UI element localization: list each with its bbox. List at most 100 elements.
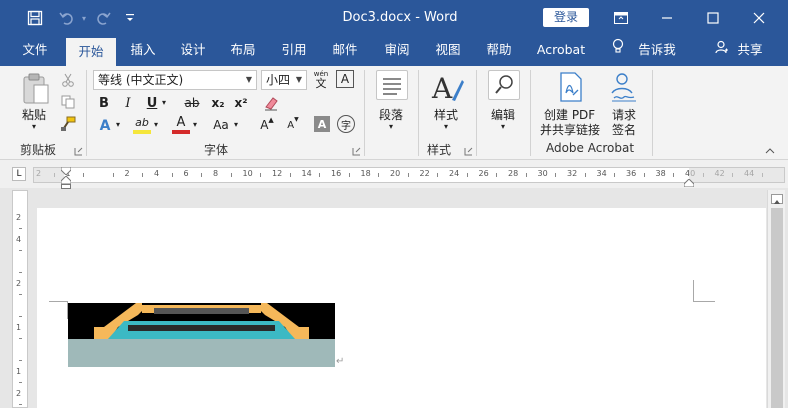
font-dialog-launcher-icon[interactable] <box>352 145 361 156</box>
tab-references[interactable]: 引用 <box>271 36 317 66</box>
ruler-label: 2 <box>16 389 22 398</box>
tab-selector[interactable]: L <box>12 167 26 181</box>
paragraph-dropdown-icon[interactable]: ▾ <box>389 122 393 131</box>
tell-me-search[interactable]: 告诉我 <box>632 36 682 66</box>
ruler-label: 28 <box>508 169 519 178</box>
paste-icon[interactable] <box>20 72 52 106</box>
chevron-down-icon: ▼ <box>245 75 252 84</box>
text-effects-button[interactable]: A <box>96 116 114 136</box>
strikethrough-button[interactable]: ab <box>181 94 203 112</box>
font-color-dropdown-icon[interactable]: ▾ <box>193 120 197 129</box>
vertical-ruler[interactable]: 2 4 2 1 1 2 <box>12 190 28 408</box>
enclose-characters-button[interactable]: 字 <box>337 115 355 133</box>
styles-dropdown-icon[interactable]: ▾ <box>444 122 448 131</box>
italic-button[interactable]: I <box>120 94 136 112</box>
styles-dialog-launcher-icon[interactable] <box>464 145 473 156</box>
phonetic-guide-icon[interactable]: wén 文 <box>311 68 331 90</box>
bold-button[interactable]: B <box>96 94 112 112</box>
svg-text:A: A <box>431 72 453 104</box>
font-color-button[interactable]: A <box>172 114 190 130</box>
undo-icon[interactable] <box>54 0 80 36</box>
login-button[interactable]: 登录 <box>543 8 589 27</box>
copy-icon[interactable] <box>60 94 76 110</box>
collapse-ribbon-icon[interactable] <box>764 146 776 156</box>
tab-insert[interactable]: 插入 <box>120 36 166 66</box>
clipboard-dialog-launcher-icon[interactable] <box>74 145 83 156</box>
ruler-label: 22 <box>419 169 430 178</box>
tab-view[interactable]: 视图 <box>425 36 471 66</box>
ruler-label: 38 <box>655 169 666 178</box>
scroll-up-icon[interactable] <box>771 194 783 204</box>
cut-icon[interactable] <box>60 72 76 88</box>
styles-label[interactable]: 样式 <box>434 106 458 123</box>
tab-file[interactable]: 文件 <box>10 36 60 66</box>
vertical-scrollbar[interactable] <box>767 190 785 408</box>
share-button[interactable]: 共享 <box>732 36 768 66</box>
styles-group-label: 样式 <box>426 143 451 157</box>
request-signature-label-line2[interactable]: 签名 <box>612 121 636 138</box>
underline-dropdown-icon[interactable]: ▾ <box>162 98 166 107</box>
undo-dropdown-icon[interactable]: ▾ <box>78 0 90 36</box>
tab-layout[interactable]: 布局 <box>220 36 266 66</box>
request-signature-icon[interactable] <box>608 70 640 104</box>
character-border-icon[interactable]: A <box>336 70 354 88</box>
superscript-button[interactable]: x² <box>231 94 251 112</box>
tab-help[interactable]: 帮助 <box>476 36 522 66</box>
tab-acrobat[interactable]: Acrobat <box>530 36 592 66</box>
format-painter-icon[interactable] <box>60 116 76 132</box>
minimize-icon[interactable] <box>644 0 690 36</box>
tab-mailings[interactable]: 邮件 <box>322 36 368 66</box>
editing-dropdown-icon[interactable]: ▾ <box>501 122 505 131</box>
title-bar: ▾ Doc3.docx - Word 登录 <box>0 0 788 36</box>
styles-icon[interactable]: A <box>430 70 464 104</box>
grow-arrow-icon: ▲ <box>268 116 274 124</box>
maximize-icon[interactable] <box>690 0 736 36</box>
ruler-label: 36 <box>626 169 637 178</box>
customize-quick-access-icon[interactable] <box>122 0 138 36</box>
underline-button[interactable]: U <box>144 94 160 112</box>
text-effects-dropdown-icon[interactable]: ▾ <box>116 120 120 129</box>
tab-home[interactable]: 开始 <box>66 38 116 66</box>
shrink-font-button[interactable]: A ▼ <box>284 116 302 134</box>
character-shading-button[interactable]: A <box>314 116 330 132</box>
paragraph-icon[interactable] <box>376 70 408 100</box>
ruler-tick <box>19 404 22 405</box>
document-page[interactable]: ↵ <box>37 208 766 408</box>
ruler-left-margin <box>34 168 64 182</box>
grow-font-button[interactable]: A ▲ <box>258 116 276 134</box>
paragraph-label[interactable]: 段落 <box>379 106 403 123</box>
tab-review[interactable]: 审阅 <box>374 36 420 66</box>
vertical-scrollbar-thumb[interactable] <box>771 208 783 408</box>
subscript-button[interactable]: x₂ <box>208 94 228 112</box>
find-search-icon[interactable] <box>488 70 520 100</box>
redo-icon[interactable] <box>90 0 116 36</box>
ruler-label: 20 <box>390 169 401 178</box>
tab-design[interactable]: 设计 <box>170 36 216 66</box>
highlight-dropdown-icon[interactable]: ▾ <box>154 120 158 129</box>
first-line-indent-marker[interactable] <box>60 164 72 176</box>
editing-label[interactable]: 编辑 <box>491 106 515 123</box>
hanging-indent-marker[interactable] <box>60 175 72 189</box>
ruler-label: 4 <box>16 235 22 244</box>
clear-formatting-icon[interactable] <box>262 94 280 112</box>
create-pdf-icon[interactable] <box>556 70 586 104</box>
ruler-tick <box>142 173 144 177</box>
save-icon[interactable] <box>22 0 48 36</box>
create-pdf-label-line2[interactable]: 并共享链接 <box>540 121 600 138</box>
lightbulb-icon[interactable] <box>606 36 630 66</box>
change-case-button[interactable]: Aa <box>210 116 232 134</box>
font-size-dropdown[interactable]: 小四 ▼ <box>261 70 307 90</box>
inserted-picture[interactable] <box>68 303 335 367</box>
change-case-dropdown-icon[interactable]: ▾ <box>234 120 238 129</box>
share-person-icon[interactable] <box>712 36 732 66</box>
close-icon[interactable] <box>736 0 782 36</box>
paste-label[interactable]: 粘贴 <box>22 106 46 123</box>
crop-mark-top-left-h <box>49 301 67 302</box>
font-name-dropdown[interactable]: 等线 (中文正文) ▼ <box>93 70 257 90</box>
paste-dropdown-icon[interactable]: ▾ <box>32 122 36 131</box>
ruler-tick <box>19 360 22 361</box>
right-indent-marker[interactable] <box>683 176 695 188</box>
ribbon-display-options-icon[interactable] <box>598 0 644 36</box>
horizontal-ruler[interactable]: 2124681012141618202224262830323436384042… <box>33 167 785 183</box>
highlight-button[interactable]: ab <box>132 114 152 130</box>
